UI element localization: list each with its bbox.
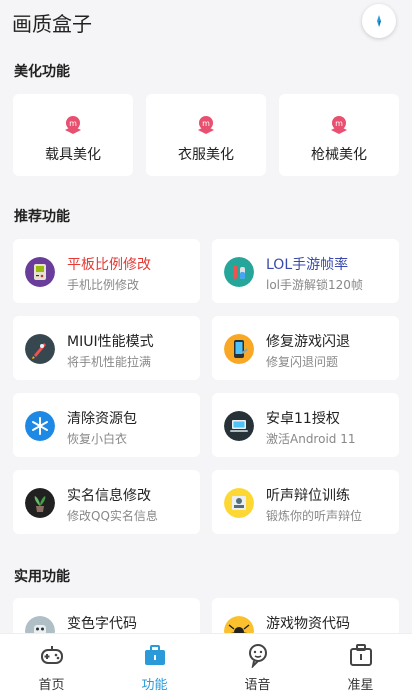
beauty-item-weapon[interactable]: m 枪械美化 bbox=[279, 94, 399, 176]
rocket-icon bbox=[25, 334, 55, 364]
section-title-beauty: 美化功能 bbox=[14, 64, 70, 80]
top-action-button[interactable] bbox=[362, 4, 396, 38]
section-title-utility: 实用功能 bbox=[14, 569, 70, 585]
id-card-icon bbox=[224, 488, 254, 518]
compass-icon bbox=[377, 15, 381, 27]
app-header: 画质盒子 bbox=[0, 0, 412, 44]
gamepad-icon bbox=[40, 646, 63, 664]
beauty-item-label: 衣服美化 bbox=[178, 147, 234, 163]
phone-repair-icon bbox=[224, 334, 254, 364]
feature-title: 修复游戏闪退 bbox=[266, 334, 350, 350]
feature-title: LOL手游帧率 bbox=[266, 257, 349, 273]
bottom-nav: 首页 功能 语音 准星 bbox=[0, 633, 412, 695]
game-console-icon bbox=[25, 257, 55, 287]
nav-label: 语音 bbox=[244, 678, 271, 693]
feature-android11-auth[interactable]: 安卓11授权 激活Android 11 bbox=[212, 393, 399, 457]
potion-icon bbox=[224, 257, 254, 287]
nav-voice[interactable]: 语音 bbox=[206, 634, 309, 695]
feature-subtitle: 恢复小白衣 bbox=[67, 432, 128, 446]
nav-home[interactable]: 首页 bbox=[0, 634, 103, 695]
nav-label: 首页 bbox=[38, 678, 65, 693]
feature-tablet-ratio[interactable]: 平板比例修改 手机比例修改 bbox=[13, 239, 200, 303]
feature-title: 安卓11授权 bbox=[266, 411, 340, 427]
beauty-item-label: 枪械美化 bbox=[311, 147, 367, 163]
toolbox-icon bbox=[144, 645, 165, 665]
snowflake-icon bbox=[25, 411, 55, 441]
feature-subtitle: 激活Android 11 bbox=[266, 432, 356, 446]
beauty-item-clothes[interactable]: m 衣服美化 bbox=[146, 94, 266, 176]
beauty-item-label: 载具美化 bbox=[45, 147, 101, 163]
feature-sound-position[interactable]: 听声辩位训练 锻炼你的听声辩位 bbox=[212, 470, 399, 534]
feature-fix-crash[interactable]: 修复游戏闪退 修复闪退问题 bbox=[212, 316, 399, 380]
utility-title: 游戏物资代码 bbox=[266, 616, 350, 632]
plant-icon bbox=[25, 488, 55, 518]
feature-subtitle: 修改QQ实名信息 bbox=[67, 509, 158, 523]
svg-text:m: m bbox=[69, 119, 77, 128]
beauty-item-vehicle[interactable]: m 载具美化 bbox=[13, 94, 133, 176]
feature-lol-framerate[interactable]: LOL手游帧率 lol手游解锁120帧 bbox=[212, 239, 399, 303]
laptop-icon bbox=[224, 411, 254, 441]
feature-subtitle: lol手游解锁120帧 bbox=[266, 278, 363, 292]
nav-features[interactable]: 功能 bbox=[103, 634, 206, 695]
svg-text:m: m bbox=[335, 119, 343, 128]
feature-title: MIUI性能模式 bbox=[67, 334, 154, 350]
app-title: 画质盒子 bbox=[12, 12, 92, 36]
feature-title: 听声辩位训练 bbox=[266, 488, 350, 504]
badge-m-icon: m bbox=[331, 116, 347, 134]
chat-face-icon bbox=[248, 644, 267, 668]
feature-miui-performance[interactable]: MIUI性能模式 将手机性能拉满 bbox=[13, 316, 200, 380]
nav-label: 功能 bbox=[141, 678, 168, 693]
feature-title: 实名信息修改 bbox=[67, 488, 151, 504]
nav-crosshair[interactable]: 准星 bbox=[309, 634, 412, 695]
badge-m-icon: m bbox=[198, 116, 214, 134]
feature-subtitle: 手机比例修改 bbox=[67, 278, 140, 292]
feature-subtitle: 修复闪退问题 bbox=[266, 355, 339, 369]
feature-subtitle: 将手机性能拉满 bbox=[67, 355, 152, 369]
feature-clear-resources[interactable]: 清除资源包 恢复小白衣 bbox=[13, 393, 200, 457]
nav-label: 准星 bbox=[347, 678, 374, 693]
feature-title: 平板比例修改 bbox=[67, 257, 151, 273]
svg-text:m: m bbox=[202, 119, 210, 128]
feature-title: 清除资源包 bbox=[67, 411, 137, 427]
utility-title: 变色字代码 bbox=[67, 616, 137, 632]
feature-realname-edit[interactable]: 实名信息修改 修改QQ实名信息 bbox=[13, 470, 200, 534]
section-title-recommend: 推荐功能 bbox=[14, 209, 70, 225]
badge-m-icon: m bbox=[65, 116, 81, 134]
crosshair-box-icon bbox=[349, 644, 372, 666]
feature-subtitle: 锻炼你的听声辩位 bbox=[266, 509, 363, 523]
